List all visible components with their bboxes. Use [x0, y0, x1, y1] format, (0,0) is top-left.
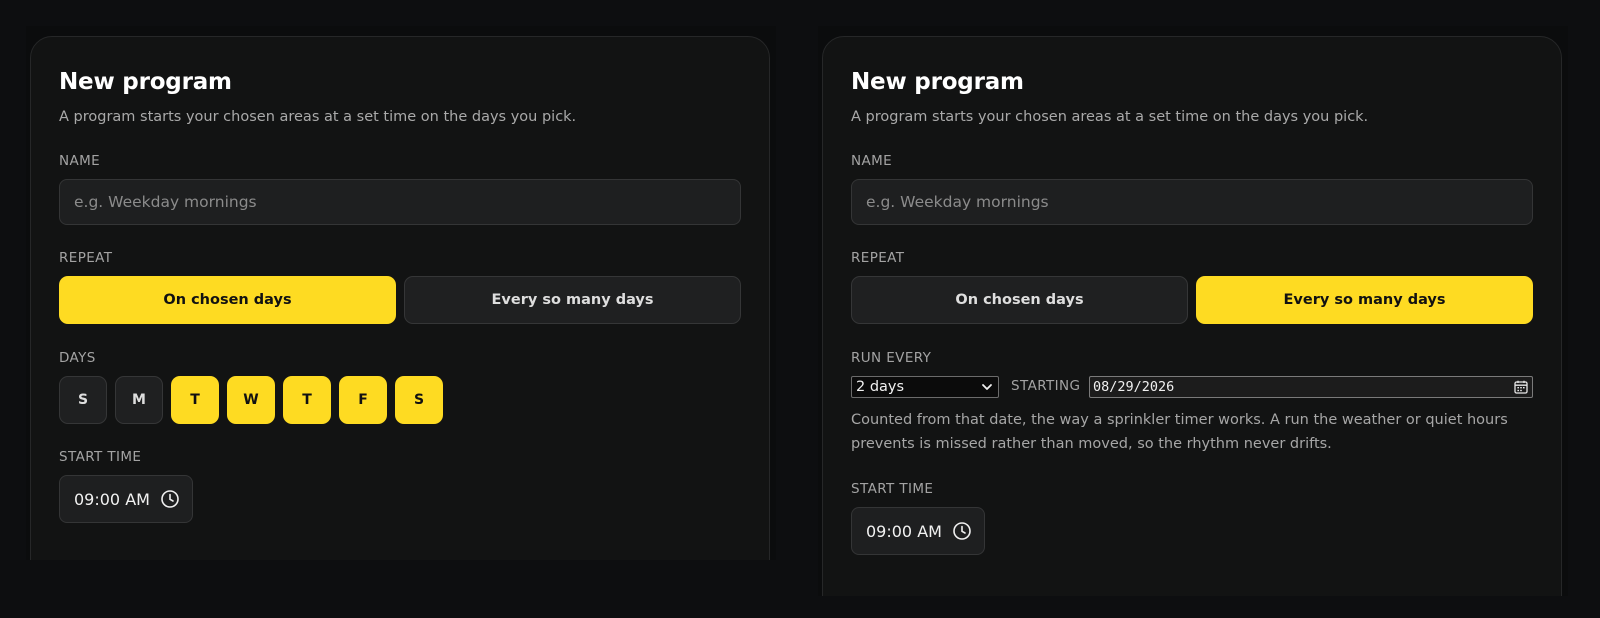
run-every-row: 2 days STARTING 08/29/2026	[851, 376, 1533, 400]
calendar-icon[interactable]	[1513, 379, 1529, 395]
days-picker: S M T W T F S	[59, 376, 443, 424]
day-toggle-tuesday[interactable]: T	[171, 376, 219, 424]
repeat-toggle: On chosen days Every so many days	[59, 276, 741, 324]
chevron-down-icon	[980, 380, 994, 394]
run-every-value: 2 days	[856, 379, 905, 395]
new-program-card: New program A program starts your chosen…	[30, 36, 770, 560]
day-toggle-monday[interactable]: M	[115, 376, 163, 424]
page-subtitle: A program starts your chosen areas at a …	[851, 109, 1369, 125]
starting-label: STARTING	[1011, 378, 1081, 394]
page-title: New program	[851, 69, 1024, 95]
clock-icon[interactable]	[160, 489, 180, 509]
page-subtitle: A program starts your chosen areas at a …	[59, 109, 577, 125]
name-input[interactable]	[59, 179, 741, 225]
repeat-option-every-n-days[interactable]: Every so many days	[404, 276, 741, 324]
repeat-label: REPEAT	[59, 250, 113, 266]
repeat-option-every-n-days[interactable]: Every so many days	[1196, 276, 1533, 324]
interval-help-text: Counted from that date, the way a sprink…	[851, 412, 1508, 452]
run-every-label: RUN EVERY	[851, 350, 932, 366]
start-time-value: 09:00 AM	[74, 489, 150, 509]
day-toggle-wednesday[interactable]: W	[227, 376, 275, 424]
name-label: NAME	[851, 153, 893, 169]
starting-date-value: 08/29/2026	[1093, 379, 1175, 395]
starting-date-input[interactable]: 08/29/2026	[1089, 376, 1533, 398]
start-time-input[interactable]: 09:00 AM	[59, 475, 193, 523]
day-toggle-sunday[interactable]: S	[59, 376, 107, 424]
repeat-label: REPEAT	[851, 250, 905, 266]
name-input[interactable]	[851, 179, 1533, 225]
day-toggle-friday[interactable]: F	[339, 376, 387, 424]
program-form-panel-interval: New program A program starts your chosen…	[818, 26, 1568, 596]
day-toggle-thursday[interactable]: T	[283, 376, 331, 424]
start-time-value: 09:00 AM	[866, 521, 942, 541]
repeat-toggle: On chosen days Every so many days	[851, 276, 1533, 324]
name-label: NAME	[59, 153, 101, 169]
days-label: DAYS	[59, 350, 96, 366]
start-time-label: START TIME	[851, 481, 934, 497]
start-time-input[interactable]: 09:00 AM	[851, 507, 985, 555]
clock-icon[interactable]	[952, 521, 972, 541]
program-form-panel-days: New program A program starts your chosen…	[26, 26, 776, 560]
start-time-label: START TIME	[59, 449, 142, 465]
repeat-option-chosen-days[interactable]: On chosen days	[59, 276, 396, 324]
new-program-card: New program A program starts your chosen…	[822, 36, 1562, 596]
day-toggle-saturday[interactable]: S	[395, 376, 443, 424]
page-title: New program	[59, 69, 232, 95]
run-every-select[interactable]: 2 days	[851, 376, 999, 398]
repeat-option-chosen-days[interactable]: On chosen days	[851, 276, 1188, 324]
